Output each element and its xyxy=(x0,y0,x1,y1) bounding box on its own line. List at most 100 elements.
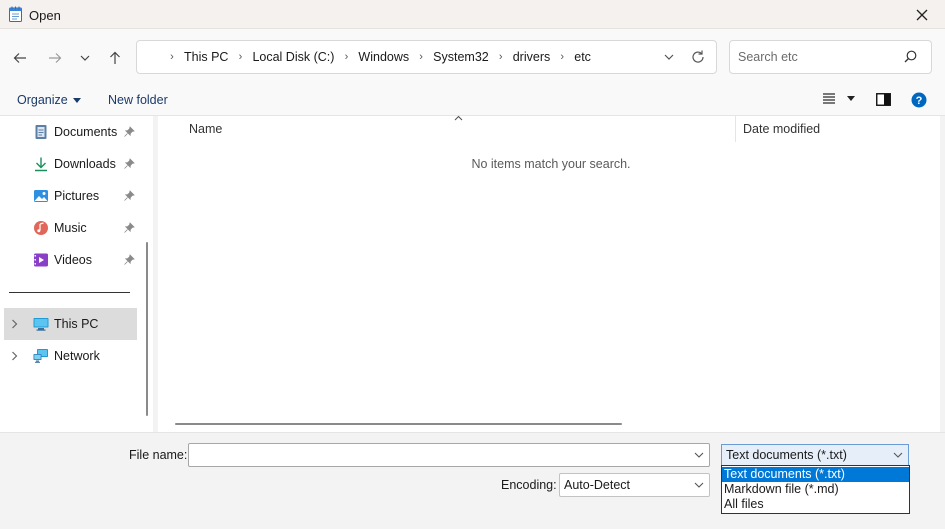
network-icon xyxy=(33,349,48,363)
forward-button[interactable] xyxy=(44,47,66,69)
sidebar-item-label: Network xyxy=(54,349,100,363)
breadcrumb-system32[interactable]: System32 xyxy=(430,50,492,64)
sidebar-item-label: Downloads xyxy=(54,157,116,171)
caret-down-icon xyxy=(847,95,855,101)
video-icon xyxy=(34,253,48,267)
chevron-right-icon[interactable]: › xyxy=(492,51,510,63)
organize-label: Organize xyxy=(17,93,68,107)
sidebar-item-label: This PC xyxy=(54,317,99,331)
breadcrumb-local-disk[interactable]: Local Disk (C:) xyxy=(249,50,337,64)
command-bar: Organize New folder ? xyxy=(0,85,945,116)
search-icon[interactable] xyxy=(904,50,917,63)
breadcrumb-drivers[interactable]: drivers xyxy=(510,50,554,64)
bottom-panel: File name: Encoding: Auto-Detect Text do… xyxy=(0,432,945,529)
sidebar-divider xyxy=(9,292,130,293)
up-button[interactable] xyxy=(104,47,126,69)
title-bar: Open xyxy=(0,0,945,29)
recent-locations-button[interactable] xyxy=(74,47,96,69)
file-type-option[interactable]: All files xyxy=(722,497,909,512)
pin-icon[interactable] xyxy=(124,126,135,137)
column-header-name[interactable]: Name xyxy=(189,122,222,136)
file-type-option[interactable]: Text documents (*.txt) xyxy=(722,467,909,482)
window-title: Open xyxy=(29,8,61,23)
file-type-option[interactable]: Markdown file (*.md) xyxy=(722,482,909,497)
back-button[interactable] xyxy=(9,47,31,69)
chevron-down-icon xyxy=(80,55,90,61)
navigation-pane: Documents Downloads Pictures Music Video… xyxy=(0,116,153,432)
pin-icon[interactable] xyxy=(124,222,135,233)
sidebar-item-network[interactable]: Network xyxy=(0,340,140,372)
file-name-input[interactable] xyxy=(189,444,679,466)
download-icon xyxy=(35,157,47,172)
encoding-label: Encoding: xyxy=(501,478,557,492)
document-icon xyxy=(35,125,47,139)
pin-icon[interactable] xyxy=(124,190,135,201)
sidebar-item-label: Documents xyxy=(54,125,118,139)
navigation-bar: › This PC › Local Disk (C:) › Windows › … xyxy=(0,29,945,85)
file-type-select[interactable]: Text documents (*.txt) xyxy=(721,444,909,466)
chevron-right-icon[interactable]: › xyxy=(337,51,355,63)
chevron-down-icon xyxy=(694,482,704,488)
refresh-icon[interactable] xyxy=(690,49,706,65)
file-type-dropdown: Text documents (*.txt) Markdown file (*.… xyxy=(721,465,910,514)
sidebar-item-documents[interactable]: Documents xyxy=(0,116,140,148)
breadcrumb-windows[interactable]: Windows xyxy=(355,50,412,64)
chevron-down-icon[interactable] xyxy=(694,450,704,460)
file-name-combo[interactable] xyxy=(188,443,710,467)
column-divider[interactable] xyxy=(735,116,736,142)
pin-icon[interactable] xyxy=(124,254,135,265)
sidebar-item-label: Videos xyxy=(54,253,92,267)
pictures-icon xyxy=(34,190,48,202)
view-options-button[interactable] xyxy=(822,92,855,104)
music-icon xyxy=(34,221,48,235)
organize-button[interactable]: Organize xyxy=(17,93,81,107)
file-name-label: File name: xyxy=(129,448,188,462)
arrow-up-icon xyxy=(110,51,120,64)
chevron-right-icon[interactable] xyxy=(11,351,18,361)
file-list: Name Date modified No items match your s… xyxy=(158,115,940,432)
chevron-right-icon[interactable]: › xyxy=(553,51,571,63)
new-folder-button[interactable]: New folder xyxy=(108,93,168,107)
arrow-right-icon xyxy=(49,53,62,63)
notepad-icon xyxy=(9,6,22,22)
computer-icon xyxy=(33,318,49,331)
address-bar[interactable]: › This PC › Local Disk (C:) › Windows › … xyxy=(136,40,717,74)
file-type-value: Text documents (*.txt) xyxy=(726,448,847,462)
empty-message: No items match your search. xyxy=(471,157,631,171)
encoding-value: Auto-Detect xyxy=(564,478,631,492)
close-icon xyxy=(916,9,928,20)
sidebar-item-music[interactable]: Music xyxy=(0,212,140,244)
help-button[interactable]: ? xyxy=(911,92,927,108)
sidebar-item-downloads[interactable]: Downloads xyxy=(0,148,140,180)
chevron-down-icon xyxy=(893,452,903,458)
breadcrumb-etc[interactable]: etc xyxy=(571,50,594,64)
pin-icon[interactable] xyxy=(124,158,135,169)
chevron-right-icon[interactable]: › xyxy=(163,51,181,63)
arrow-left-icon xyxy=(13,53,26,63)
sort-ascending-icon xyxy=(454,115,463,121)
encoding-select[interactable]: Auto-Detect xyxy=(559,473,710,497)
new-folder-label: New folder xyxy=(108,93,168,107)
svg-text:?: ? xyxy=(916,95,923,107)
preview-pane-button[interactable] xyxy=(876,93,891,106)
column-headers: Name Date modified xyxy=(158,115,940,142)
chevron-right-icon[interactable]: › xyxy=(412,51,430,63)
sidebar-item-label: Pictures xyxy=(54,189,100,203)
list-view-icon xyxy=(823,93,835,104)
horizontal-scrollbar[interactable] xyxy=(175,423,622,425)
column-header-date-modified[interactable]: Date modified xyxy=(743,122,820,136)
sidebar-item-pictures[interactable]: Pictures xyxy=(0,180,140,212)
sidebar-item-this-pc[interactable]: This PC xyxy=(4,308,137,340)
breadcrumb-this-pc[interactable]: This PC xyxy=(181,50,231,64)
chevron-down-icon[interactable] xyxy=(662,50,676,64)
chevron-right-icon[interactable]: › xyxy=(231,51,249,63)
help-icon: ? xyxy=(911,92,927,108)
chevron-right-icon[interactable] xyxy=(11,319,18,329)
preview-pane-icon xyxy=(876,93,891,106)
search-box[interactable] xyxy=(729,40,932,74)
sidebar-scrollbar[interactable] xyxy=(146,242,148,416)
sidebar-item-videos[interactable]: Videos xyxy=(0,244,140,276)
caret-down-icon xyxy=(72,97,81,103)
search-input[interactable] xyxy=(730,41,900,73)
close-button[interactable] xyxy=(899,0,945,29)
